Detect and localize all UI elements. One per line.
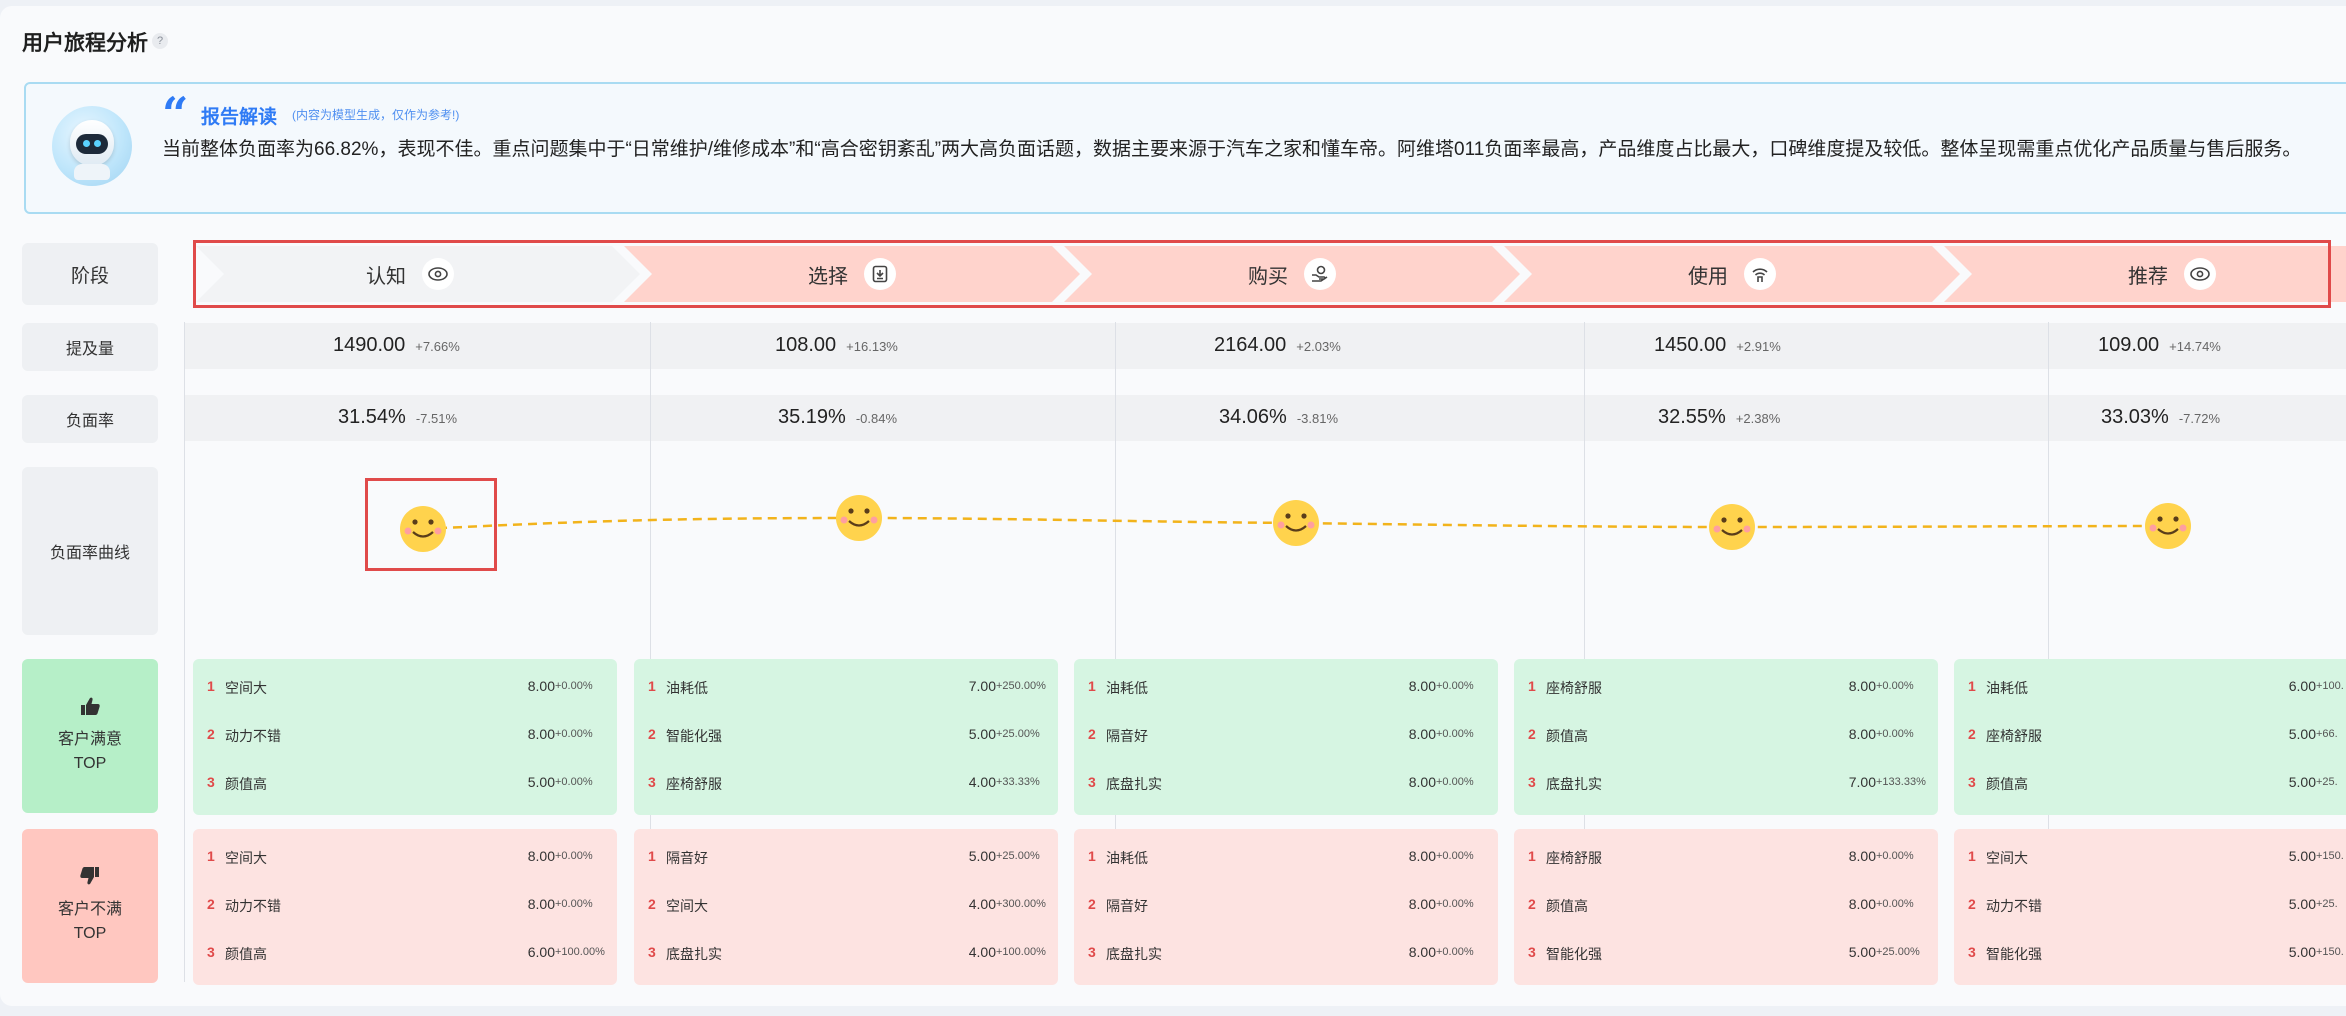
list-item: 3 颜值高 5.00 +25. bbox=[1968, 774, 2338, 792]
satisfied-card-5: 1 油耗低 6.00 +100. 2 座椅舒服 5.00 +66. 3 颜值高 5.00 +25. bbox=[1954, 659, 2346, 815]
list-item: 1 油耗低 6.00 +100. bbox=[1968, 678, 2344, 696]
dissatisfied-card-2: 1 隔音好 5.00 +25.00% 2 空间大 4.00 +300.00% 3 底盘扎实 4.… bbox=[634, 829, 1058, 985]
list-item: 2 动力不错 5.00 +25. bbox=[1968, 896, 2338, 914]
list-item: 1 油耗低 7.00 +250.00% bbox=[648, 678, 1046, 696]
list-item: 3 底盘扎实 7.00 +133.33% bbox=[1528, 774, 1926, 792]
dissatisfied-card-5: 1 空间大 5.00 +150. 2 动力不错 5.00 +25. 3 智能化强 5.00 +15… bbox=[1954, 829, 2346, 985]
list-item: 1 空间大 8.00 +0.00% bbox=[207, 848, 593, 866]
list-item: 2 智能化强 5.00 +25.00% bbox=[648, 726, 1040, 744]
dissatisfied-card-1: 1 空间大 8.00 +0.00% 2 动力不错 8.00 +0.00% 3 颜值高 6.00 +… bbox=[193, 829, 617, 985]
list-item: 2 颜值高 8.00 +0.00% bbox=[1528, 896, 1914, 914]
list-item: 1 空间大 5.00 +150. bbox=[1968, 848, 2344, 866]
smiley-icon bbox=[1273, 500, 1319, 546]
list-item: 3 智能化强 5.00 +25.00% bbox=[1528, 944, 1920, 962]
list-item: 1 油耗低 8.00 +0.00% bbox=[1088, 678, 1474, 696]
satisfied-card-2: 1 油耗低 7.00 +250.00% 2 智能化强 5.00 +25.00% 3 座椅舒服 4… bbox=[634, 659, 1058, 815]
list-item: 2 隔音好 8.00 +0.00% bbox=[1088, 726, 1474, 744]
smiley-icon bbox=[1709, 504, 1755, 550]
satisfied-card-4: 1 座椅舒服 8.00 +0.00% 2 颜值高 8.00 +0.00% 3 底盘扎实 7.00… bbox=[1514, 659, 1938, 815]
list-item: 3 智能化强 5.00 +150. bbox=[1968, 944, 2344, 962]
list-item: 3 底盘扎实 4.00 +100.00% bbox=[648, 944, 1046, 962]
list-item: 1 油耗低 8.00 +0.00% bbox=[1088, 848, 1474, 866]
satisfied-card-1: 1 空间大 8.00 +0.00% 2 动力不错 8.00 +0.00% 3 颜值高 5.00 +… bbox=[193, 659, 617, 815]
smiley-icon bbox=[2145, 503, 2191, 549]
list-item: 3 底盘扎实 8.00 +0.00% bbox=[1088, 774, 1474, 792]
list-item: 1 隔音好 5.00 +25.00% bbox=[648, 848, 1040, 866]
list-item: 2 动力不错 8.00 +0.00% bbox=[207, 896, 593, 914]
list-item: 3 底盘扎实 8.00 +0.00% bbox=[1088, 944, 1474, 962]
list-item: 3 颜值高 5.00 +0.00% bbox=[207, 774, 593, 792]
list-item: 1 空间大 8.00 +0.00% bbox=[207, 678, 593, 696]
list-item: 1 座椅舒服 8.00 +0.00% bbox=[1528, 678, 1914, 696]
list-item: 1 座椅舒服 8.00 +0.00% bbox=[1528, 848, 1914, 866]
dissatisfied-card-3: 1 油耗低 8.00 +0.00% 2 隔音好 8.00 +0.00% 3 底盘扎实 8.00 +… bbox=[1074, 829, 1498, 985]
list-item: 2 隔音好 8.00 +0.00% bbox=[1088, 896, 1474, 914]
satisfied-card-3: 1 油耗低 8.00 +0.00% 2 隔音好 8.00 +0.00% 3 底盘扎实 8.00 +… bbox=[1074, 659, 1498, 815]
list-item: 3 座椅舒服 4.00 +33.33% bbox=[648, 774, 1040, 792]
list-item: 2 空间大 4.00 +300.00% bbox=[648, 896, 1046, 914]
curve-highlight-box bbox=[365, 478, 497, 571]
dissatisfied-card-4: 1 座椅舒服 8.00 +0.00% 2 颜值高 8.00 +0.00% 3 智能化强 5.00… bbox=[1514, 829, 1938, 985]
list-item: 2 颜值高 8.00 +0.00% bbox=[1528, 726, 1914, 744]
list-item: 2 动力不错 8.00 +0.00% bbox=[207, 726, 593, 744]
smiley-icon bbox=[836, 495, 882, 541]
list-item: 2 座椅舒服 5.00 +66. bbox=[1968, 726, 2338, 744]
list-item: 3 颜值高 6.00 +100.00% bbox=[207, 944, 605, 962]
